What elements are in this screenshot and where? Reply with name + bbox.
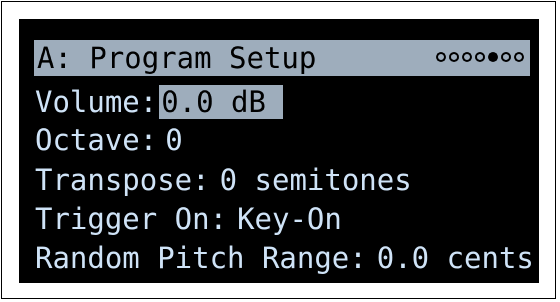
- param-row-transpose[interactable]: Transpose: 0 semitones: [35, 162, 412, 198]
- param-row-random-pitch-range[interactable]: Random Pitch Range: 0.0 cents: [35, 240, 534, 276]
- param-value-trigger-on[interactable]: Key-On: [237, 201, 342, 237]
- page-dot-active[interactable]: [488, 52, 498, 62]
- param-label-volume: Volume:: [35, 85, 158, 119]
- page-dot[interactable]: [475, 52, 485, 62]
- param-value-random-pitch-range[interactable]: 0.0 cents: [377, 240, 534, 276]
- page-dot[interactable]: [514, 52, 524, 62]
- param-value-volume[interactable]: 0.0 dB: [159, 85, 284, 119]
- lcd-screen: A: Program Setup Volume: 0.0 dB Octave: …: [19, 19, 539, 283]
- page-dot[interactable]: [449, 52, 459, 62]
- param-value-octave[interactable]: 0: [165, 122, 182, 158]
- page-indicator: [436, 52, 524, 62]
- param-label-random-pitch-range: Random Pitch Range:: [35, 241, 367, 275]
- param-row-trigger-on[interactable]: Trigger On: Key-On: [35, 201, 342, 237]
- param-label-transpose: Transpose:: [35, 163, 210, 197]
- param-row-octave[interactable]: Octave: 0: [35, 122, 183, 158]
- page-dot[interactable]: [436, 52, 446, 62]
- param-row-volume[interactable]: Volume: 0.0 dB: [35, 84, 284, 120]
- param-label-trigger-on: Trigger On:: [35, 202, 228, 236]
- page-dot[interactable]: [462, 52, 472, 62]
- display-frame: A: Program Setup Volume: 0.0 dB Octave: …: [1, 1, 556, 299]
- param-value-transpose[interactable]: 0 semitones: [220, 162, 412, 198]
- page-dot[interactable]: [501, 52, 511, 62]
- param-label-octave: Octave:: [35, 123, 158, 157]
- page-header: A: Program Setup: [34, 40, 530, 76]
- page-title: A: Program Setup: [37, 41, 317, 75]
